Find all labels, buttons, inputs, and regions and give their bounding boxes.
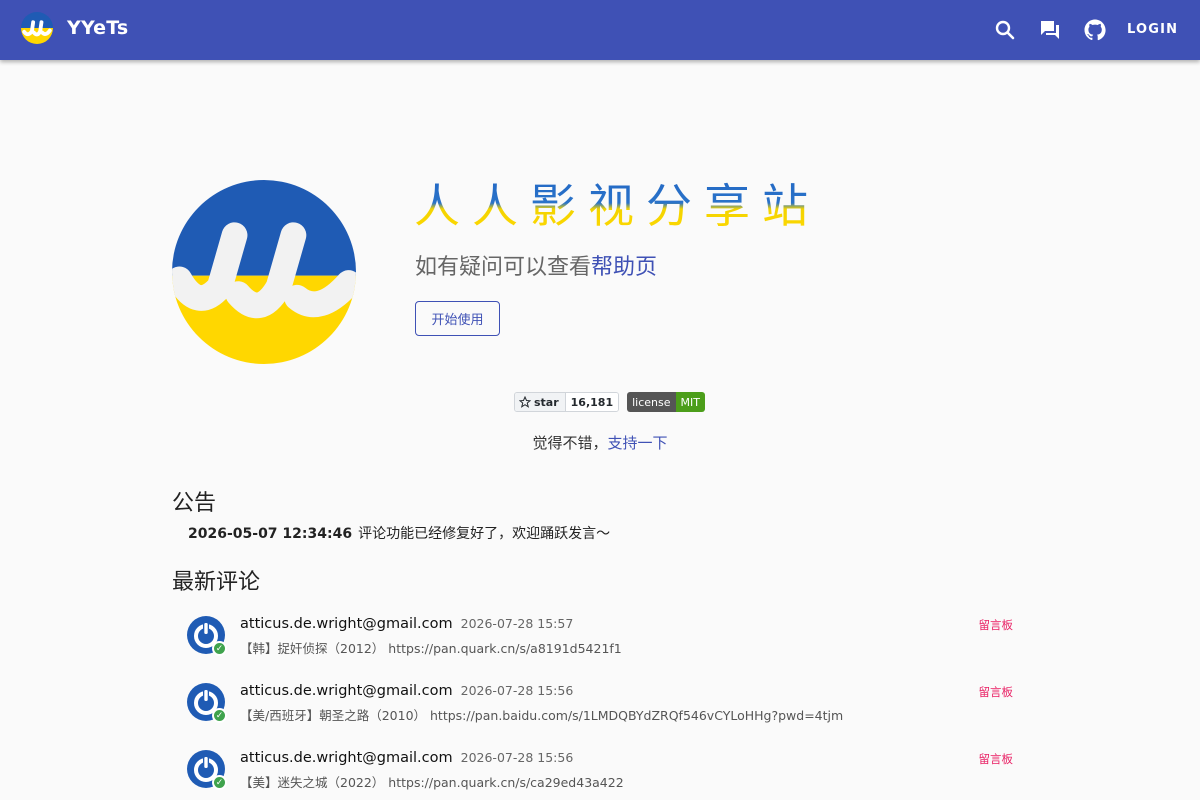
comment-text[interactable]: 【美/西班牙】朝圣之路（2010） https://pan.baidu.com/… — [240, 705, 843, 724]
comment-board-link[interactable]: 留言板 — [979, 751, 1014, 767]
yyets-logo-icon[interactable] — [21, 12, 53, 44]
hero-title: 人人影视分享站 — [414, 176, 820, 236]
hero-subtitle-text: 如有疑问可以查看 — [415, 255, 592, 280]
license-value: MIT — [675, 392, 705, 412]
star-icon — [519, 396, 531, 408]
comment-header: atticus.de.wright@gmail.com 2026-07-28 15… — [240, 616, 573, 632]
forum-icon[interactable] — [1038, 18, 1062, 42]
comment-user[interactable]: atticus.de.wright@gmail.com — [240, 683, 453, 699]
brand-title[interactable]: YYeTs — [67, 17, 128, 39]
announcement-time: 2026-05-07 12:34:46 — [188, 526, 353, 542]
login-button[interactable]: LOGIN — [1127, 22, 1178, 37]
hero-subtitle: 如有疑问可以查看帮助页 — [415, 249, 657, 281]
github-icon[interactable] — [1083, 18, 1107, 42]
comment-board-link[interactable]: 留言板 — [979, 617, 1014, 633]
verified-check-icon: ✓ — [212, 708, 227, 723]
comment-header: atticus.de.wright@gmail.com 2026-07-28 15… — [240, 683, 573, 699]
star-badge-label: star — [515, 393, 566, 411]
comment-user[interactable]: atticus.de.wright@gmail.com — [240, 750, 453, 766]
comment-item: ✓ atticus.de.wright@gmail.com 2026-07-28 … — [186, 682, 1016, 732]
comment-text[interactable]: 【美】迷失之城（2022） https://pan.quark.cn/s/ca2… — [240, 772, 624, 791]
comment-header: atticus.de.wright@gmail.com 2026-07-28 15… — [240, 750, 573, 766]
badges: star 16,181 license MIT — [514, 392, 705, 412]
comment-time: 2026-07-28 15:56 — [460, 683, 574, 698]
hero-logo-icon — [172, 180, 356, 364]
start-button[interactable]: 开始使用 — [415, 301, 500, 336]
comment-text[interactable]: 【韩】捉奸侦探（2012） https://pan.quark.cn/s/a81… — [240, 638, 622, 657]
comment-user[interactable]: atticus.de.wright@gmail.com — [240, 616, 453, 632]
announcement-title: 公告 — [172, 491, 217, 516]
comment-item: ✓ atticus.de.wright@gmail.com 2026-07-28 … — [186, 615, 1016, 665]
comment-board-link[interactable]: 留言板 — [979, 684, 1014, 700]
comment-time: 2026-07-28 15:56 — [460, 750, 574, 765]
announcement-item: 2026-05-07 12:34:46 评论功能已经修复好了，欢迎踊跃发言～ — [188, 523, 610, 543]
comment-item: ✓ atticus.de.wright@gmail.com 2026-07-28 … — [186, 749, 1016, 799]
github-star-badge[interactable]: star 16,181 — [514, 392, 620, 412]
star-label: star — [534, 395, 559, 409]
latest-comments-title: 最新评论 — [172, 570, 261, 595]
help-page-link[interactable]: 帮助页 — [591, 255, 657, 280]
app-bar: YYeTs LOGIN — [0, 0, 1200, 60]
support-text: 觉得不错， — [532, 434, 608, 452]
search-icon[interactable] — [993, 18, 1017, 42]
license-label: license — [627, 392, 676, 412]
support-line: 觉得不错，支持一下 — [0, 432, 1200, 453]
comment-time: 2026-07-28 15:57 — [460, 616, 574, 631]
announcement-text: 评论功能已经修复好了，欢迎踊跃发言～ — [358, 526, 611, 542]
star-count[interactable]: 16,181 — [565, 393, 619, 411]
support-link[interactable]: 支持一下 — [608, 434, 668, 452]
verified-check-icon: ✓ — [212, 775, 227, 790]
license-badge[interactable]: license MIT — [627, 392, 705, 412]
verified-check-icon: ✓ — [212, 641, 227, 656]
